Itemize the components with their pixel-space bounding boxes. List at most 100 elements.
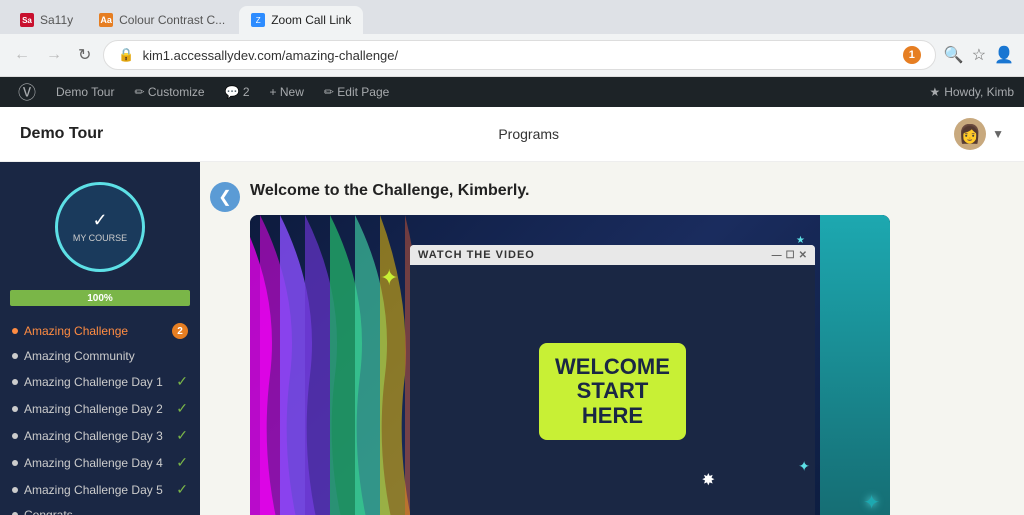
teal-accent: ✦ [820, 215, 890, 515]
wp-admin-left: Ⓥ Demo Tour ✏ Customize 💬 2 + New ✏ Edit… [10, 77, 397, 107]
profile-icon[interactable]: 👤 [994, 45, 1014, 65]
sidebar-dot-icon [12, 406, 18, 412]
sidebar-dot-icon [12, 353, 18, 359]
avatar-dropdown-icon[interactable]: ▼ [992, 127, 1004, 141]
course-circle: ✓ MY COURSE [55, 182, 145, 272]
browser-chrome: Sa Sa11y Aa Colour Contrast C... Z Zoom … [0, 0, 1024, 77]
sidebar-item-label: Congrats [24, 508, 73, 515]
sidebar-item-congrats[interactable]: Congrats [0, 503, 200, 515]
check-complete-icon: ✓ [176, 400, 188, 417]
progress-bar-wrapper: 100% [10, 290, 190, 306]
lock-icon: 🔒 [118, 47, 134, 63]
sidebar-item-right: ✓ [176, 427, 188, 444]
wp-new[interactable]: + New [262, 77, 312, 107]
welcome-text: Welcome to the Challenge, Kimberly. [250, 182, 994, 200]
zoom-favicon: Z [251, 13, 265, 27]
nav-programs[interactable]: Programs [498, 126, 559, 142]
site-logo: Demo Tour [20, 125, 103, 143]
address-bar: ← → ↻ 🔒 kim1.accessallydev.com/amazing-c… [0, 34, 1024, 76]
back-button[interactable]: ← [10, 42, 34, 68]
site-header-right: 👩 ▼ [954, 118, 1004, 150]
url-bar[interactable]: 🔒 kim1.accessallydev.com/amazing-challen… [103, 40, 935, 70]
sidebar-item-label: Amazing Challenge Day 4 [24, 456, 163, 470]
video-container: ✦ ✦ ✦ ★ WATCH THE VIDEO — ☐ ✕ WELC [250, 215, 890, 515]
video-card-title: WATCH THE VIDEO [418, 249, 535, 261]
close-icon[interactable]: ✕ [799, 250, 807, 261]
sidebar-item-amazing-challenge[interactable]: Amazing Challenge 2 [0, 318, 200, 344]
sidebar-dot-icon [12, 487, 18, 493]
sparkle-right: ✦ [863, 490, 880, 515]
wp-comments[interactable]: 💬 2 [217, 77, 258, 107]
wp-edit-page[interactable]: ✏ Edit Page [316, 77, 397, 107]
new-label: + New [270, 85, 304, 99]
edit-page-label: ✏ Edit Page [324, 85, 389, 99]
url-text: kim1.accessallydev.com/amazing-challenge… [143, 48, 895, 63]
sidebar-item-left: Amazing Challenge Day 5 [12, 483, 163, 497]
sidebar-item-label: Amazing Challenge [24, 324, 128, 338]
sidebar-item-challenge-day3[interactable]: Amazing Challenge Day 3 ✓ [0, 422, 200, 449]
tab-contrast[interactable]: Aa Colour Contrast C... [87, 6, 237, 34]
maximize-icon[interactable]: ☐ [786, 250, 795, 261]
tab-contrast-label: Colour Contrast C... [119, 13, 225, 27]
welcome-sign: WELCOME START HERE [539, 343, 686, 440]
url-badge: 1 [903, 46, 921, 64]
back-button[interactable]: ❮ [210, 182, 240, 212]
sidebar-item-label: Amazing Challenge Day 5 [24, 483, 163, 497]
sidebar-item-left: Congrats [12, 508, 73, 515]
item-badge: 2 [172, 323, 188, 339]
avatar[interactable]: 👩 [954, 118, 986, 150]
wp-demo-tour[interactable]: Demo Tour [48, 77, 122, 107]
check-complete-icon: ✓ [176, 427, 188, 444]
sidebar-item-challenge-day4[interactable]: Amazing Challenge Day 4✓ [0, 449, 200, 476]
browser-icons: 🔍 ☆ 👤 [944, 45, 1014, 65]
sidebar-dot-icon [12, 460, 18, 466]
tab-sa11y[interactable]: Sa Sa11y [8, 6, 85, 34]
course-badge: ✓ MY COURSE [0, 162, 200, 282]
bookmark-icon[interactable]: ☆ [972, 45, 986, 65]
sidebar-item-right: 2 [172, 323, 188, 339]
forward-button[interactable]: → [42, 42, 66, 68]
sidebar-item-left: Amazing Community [12, 349, 135, 363]
sidebar-item-right: ✓ [176, 400, 188, 417]
inner-card-body: WELCOME START HERE ✸ [410, 265, 815, 515]
howdy-name: Howdy, Kimb [944, 85, 1014, 99]
welcome-sign-line2: START [555, 379, 670, 403]
comments-label: 💬 2 [225, 85, 250, 99]
sidebar-item-label: Amazing Challenge Day 3 [24, 429, 163, 443]
sidebar-item-right: ✓ [176, 373, 188, 390]
tab-bar: Sa Sa11y Aa Colour Contrast C... Z Zoom … [0, 0, 1024, 34]
sidebar-item-challenge-day2[interactable]: Amazing Challenge Day 2 ✓ [0, 395, 200, 422]
sidebar-dot-icon [12, 433, 18, 439]
sidebar-item-right: ✓ [176, 481, 188, 498]
sidebar-item-left: Amazing Challenge Day 4 [12, 456, 163, 470]
sidebar-item-label: Amazing Challenge Day 1 [24, 375, 163, 389]
sidebar-item-label: Amazing Challenge Day 2 [24, 402, 163, 416]
wp-logo-icon: Ⓥ [18, 79, 36, 105]
sidebar-item-left: Amazing Challenge Day 2 [12, 402, 163, 416]
sidebar-item-challenge-day1[interactable]: Amazing Challenge Day 1 ✓ [0, 368, 200, 395]
sparkle-card: ✸ [702, 470, 715, 490]
refresh-button[interactable]: ↻ [74, 41, 95, 69]
sparkle-top-right: ★ [796, 235, 805, 246]
welcome-sign-line3: HERE [555, 404, 670, 428]
customize-label: ✏ Customize [134, 85, 204, 99]
wp-customize[interactable]: ✏ Customize [126, 77, 212, 107]
howdy-text: ★ [929, 85, 940, 99]
inner-card: WATCH THE VIDEO — ☐ ✕ WELCOME START HERE… [410, 245, 815, 515]
search-icon[interactable]: 🔍 [944, 45, 964, 65]
progress-text: 100% [10, 290, 190, 306]
sidebar-item-label: Amazing Community [24, 349, 135, 363]
tab-zoom[interactable]: Z Zoom Call Link [239, 6, 363, 34]
sa11y-favicon: Sa [20, 13, 34, 27]
sidebar-nav: Amazing Challenge 2 Amazing Community Amazi… [0, 310, 200, 515]
check-icon: ✓ [92, 210, 107, 231]
content-area: ❮ Welcome to the Challenge, Kimberly. ✦ [200, 162, 1024, 515]
site-nav: Programs [498, 126, 559, 142]
sidebar-item-challenge-day5[interactable]: Amazing Challenge Day 5 ✓ [0, 476, 200, 503]
wp-admin-bar: Ⓥ Demo Tour ✏ Customize 💬 2 + New ✏ Edit… [0, 77, 1024, 107]
wp-logo-item[interactable]: Ⓥ [10, 77, 44, 107]
wp-admin-right: ★ Howdy, Kimb [929, 85, 1014, 99]
sidebar-item-amazing-community[interactable]: Amazing Community [0, 344, 200, 368]
sidebar-item-left: Amazing Challenge [12, 324, 128, 338]
minimize-icon[interactable]: — [772, 250, 782, 261]
